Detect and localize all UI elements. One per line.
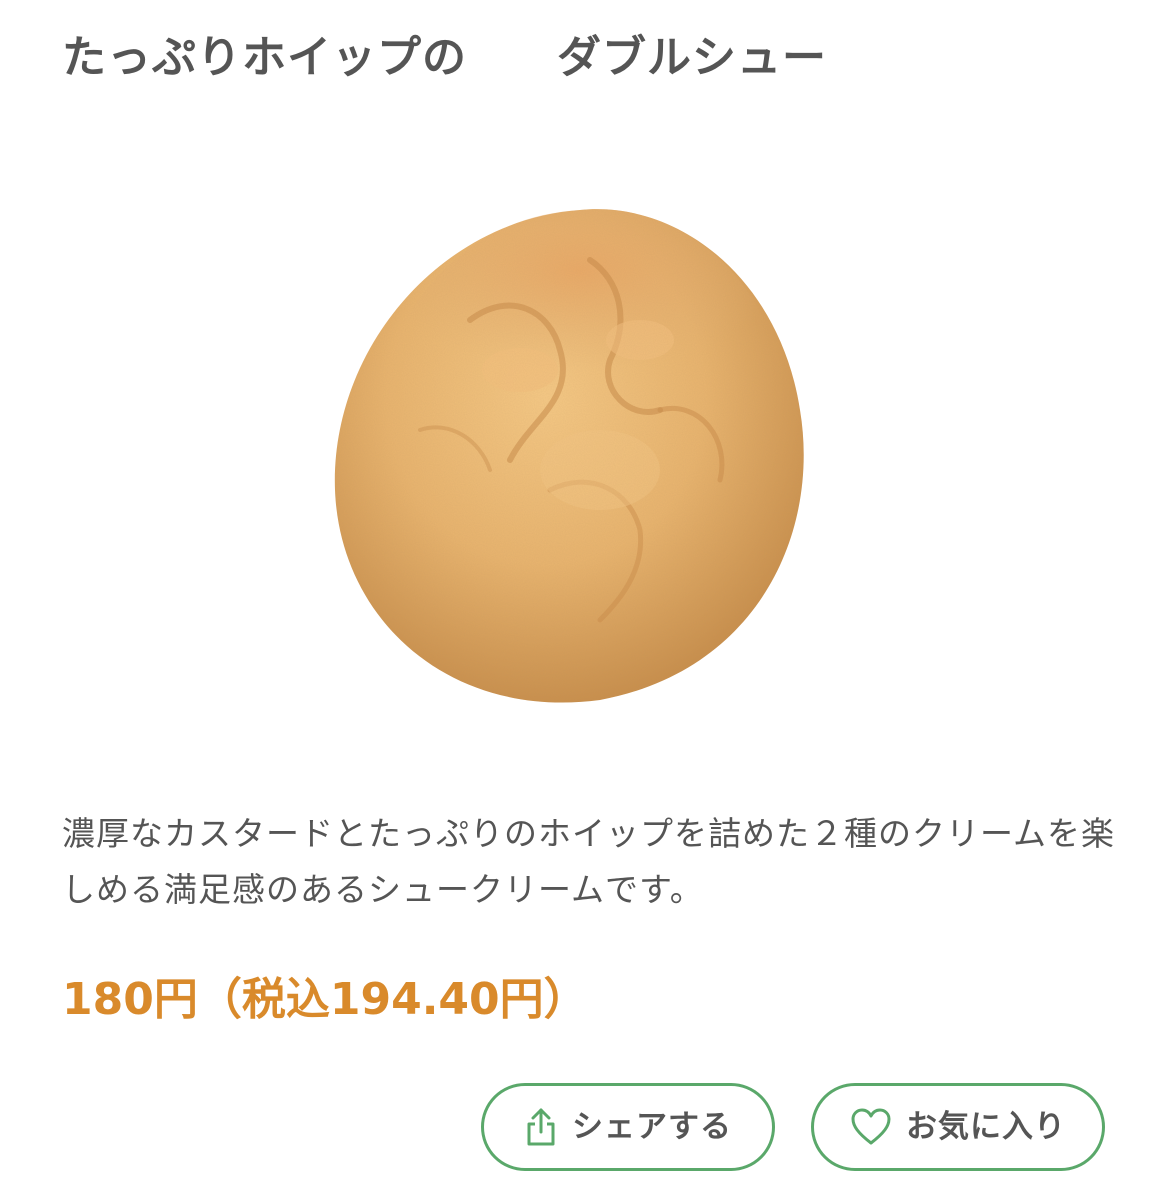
product-image xyxy=(300,170,860,730)
product-price: 180円（税込194.40円） xyxy=(62,974,588,1025)
share-button-label: シェアする xyxy=(572,1109,732,1145)
favorite-button[interactable]: お気に入り xyxy=(811,1083,1105,1171)
favorite-button-label: お気に入り xyxy=(906,1109,1066,1145)
cream-puff-image xyxy=(334,209,804,703)
product-title: たっぷりホイップの ダブルシュー xyxy=(62,32,827,83)
share-button[interactable]: シェアする xyxy=(481,1083,775,1171)
product-description: 濃厚なカスタードとたっぷりのホイップを詰めた２種のクリームを楽しめる満足感のある… xyxy=(62,814,1116,909)
share-icon xyxy=(524,1107,558,1147)
heart-icon xyxy=(850,1108,892,1146)
